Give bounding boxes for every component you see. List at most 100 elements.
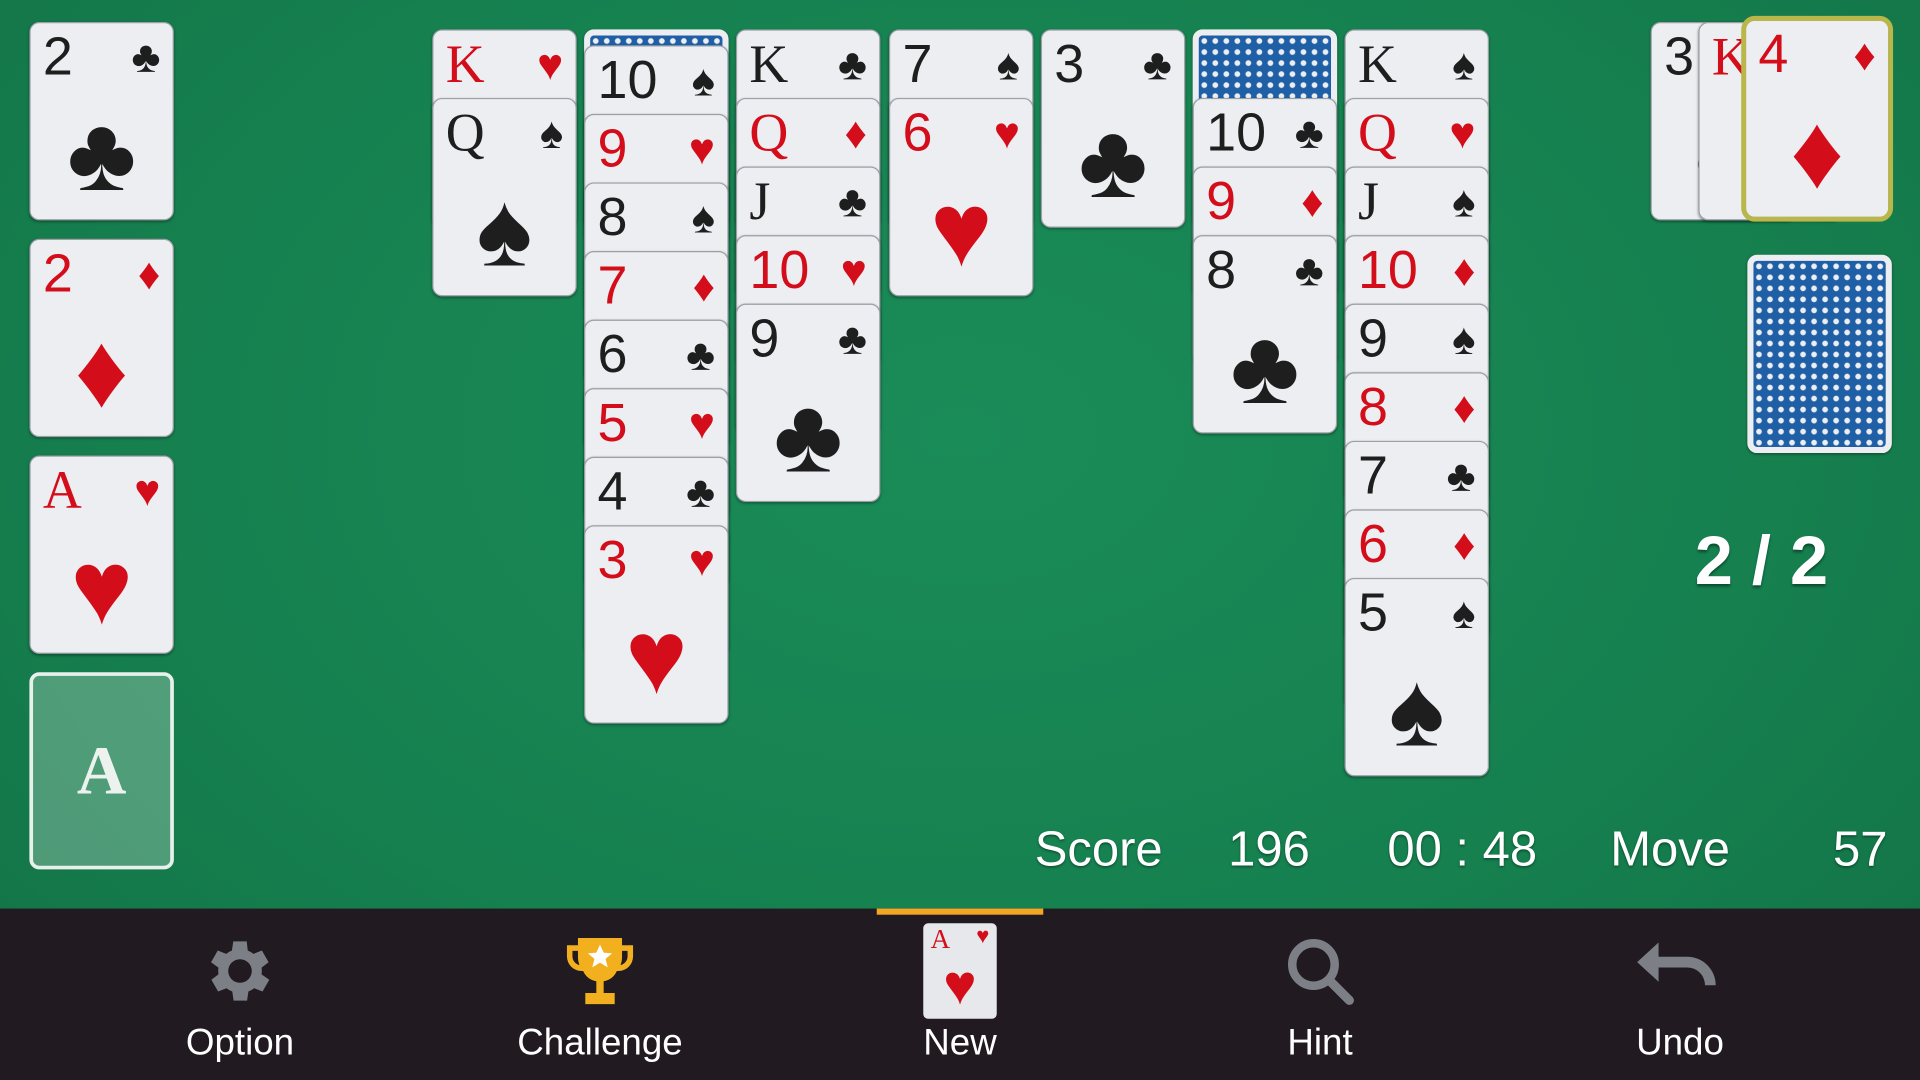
card-rank: 3: [1054, 34, 1085, 95]
card-suit-icon: ♠: [1452, 587, 1476, 638]
card-rank: K: [1357, 34, 1397, 95]
card-suit-icon: ♥: [1449, 107, 1476, 158]
card-rank: 6: [902, 102, 933, 163]
playing-card[interactable]: 2 ♣ ♣: [29, 22, 174, 221]
card-suit-icon: ♣: [838, 39, 867, 90]
card-center-suit-icon: ♠: [1388, 651, 1445, 769]
stock-pile[interactable]: [1747, 254, 1892, 454]
card-suit-icon: ♣: [686, 466, 716, 517]
card-suit-icon: ♣: [131, 31, 161, 83]
card-suit-icon: ♣: [1294, 244, 1324, 296]
playing-card[interactable]: 8 ♣ ♣: [1192, 235, 1338, 434]
card-suit-icon: ♥: [688, 535, 716, 586]
option-label: Option: [185, 1022, 295, 1063]
card-rank: 7: [1357, 445, 1388, 506]
card-rank: Q: [1357, 102, 1397, 163]
card-rank: J: [1357, 171, 1379, 232]
card-suit-icon: ♣: [686, 329, 716, 380]
card-rank: 8: [1206, 240, 1237, 301]
card-suit-icon: ♥: [134, 465, 161, 516]
undo-button[interactable]: Undo: [1533, 909, 1827, 1080]
card-center-suit-icon: ♦: [74, 312, 129, 430]
card-center-suit-icon: ♣: [1230, 308, 1300, 427]
card-rank: 8: [1357, 377, 1388, 438]
card-rank: K: [445, 34, 485, 95]
card-rank: 2: [42, 26, 73, 87]
card-suit-icon: ♠: [1452, 313, 1476, 364]
card-rank: 10: [749, 240, 810, 301]
card-rank: 4: [597, 461, 628, 522]
card-rank: 6: [1357, 514, 1388, 575]
card-center-suit-icon: ♥: [625, 598, 688, 717]
hint-button[interactable]: Hint: [1173, 909, 1467, 1080]
card-center-suit-icon: ♣: [1078, 102, 1148, 221]
playing-card[interactable]: 5 ♠ ♠: [1344, 577, 1489, 777]
card-rank: 10: [1206, 102, 1267, 163]
hint-label: Hint: [1287, 1022, 1353, 1063]
card-suit-icon: ♦: [1301, 176, 1324, 227]
undo-label: Undo: [1636, 1022, 1724, 1063]
card-rank: 10: [597, 50, 658, 111]
card-center-suit-icon: ♣: [67, 95, 137, 214]
playing-card[interactable]: A ♥ ♥: [29, 455, 174, 654]
playing-card[interactable]: 4 ♦ ♦: [1741, 15, 1894, 222]
bottom-toolbar: Option Challenge A ♥ ♥ New Hint Undo: [0, 908, 1920, 1080]
card-rank: 9: [1357, 308, 1388, 369]
card-suit-icon: ♥: [840, 244, 867, 296]
pass-counter: 2 / 2: [1694, 521, 1829, 599]
card-rank: 9: [749, 308, 780, 369]
challenge-label: Challenge: [517, 1022, 683, 1063]
card-center-suit-icon: ♣: [773, 377, 843, 495]
move-count: 57: [1833, 822, 1888, 877]
score-label: Score: [1034, 822, 1163, 877]
card-suit-icon: ♠: [691, 55, 716, 106]
option-button[interactable]: Option: [93, 909, 387, 1080]
playing-card[interactable]: 6 ♥ ♥: [888, 97, 1034, 297]
card-suit-icon: ♠: [1452, 39, 1476, 90]
card-suit-icon: ♦: [1853, 29, 1876, 80]
card-rank: 8: [597, 187, 628, 248]
card-center-suit-icon: ♠: [476, 171, 533, 289]
card-suit-icon: ♠: [996, 39, 1021, 90]
card-rank: Q: [445, 102, 485, 163]
card-rank: A: [42, 460, 82, 521]
card-suit-icon: ♦: [844, 107, 867, 158]
challenge-button[interactable]: Challenge: [453, 909, 747, 1080]
card-rank: K: [749, 34, 789, 95]
card-suit-icon: ♦: [1453, 519, 1476, 570]
card-suit-icon: ♣: [1142, 39, 1172, 90]
active-tab-indicator: [876, 908, 1044, 915]
timer: 00 : 48: [1387, 822, 1538, 877]
card-rank: J: [749, 171, 771, 232]
card-rank: 3: [1664, 26, 1695, 87]
new-game-card-icon: A ♥ ♥: [813, 923, 1107, 1019]
playing-card[interactable]: 3 ♥ ♥: [584, 525, 729, 724]
playing-card[interactable]: 2 ♦ ♦: [29, 238, 174, 438]
undo-icon: [1533, 926, 1827, 1017]
card-suit-icon: ♦: [137, 248, 161, 299]
card-rank: 6: [597, 324, 628, 385]
new-label: New: [923, 1022, 997, 1063]
score-value: 196: [1228, 822, 1310, 877]
playing-card[interactable]: 3 ♣ ♣: [1040, 29, 1186, 228]
card-suit-icon: ♣: [1294, 107, 1324, 158]
card-rank: 7: [597, 255, 628, 316]
card-rank: 4: [1758, 24, 1789, 85]
card-suit-icon: ♥: [688, 397, 716, 449]
card-suit-icon: ♥: [688, 123, 716, 174]
new-game-button[interactable]: A ♥ ♥ New: [813, 909, 1107, 1080]
card-suit-icon: ♠: [1452, 176, 1476, 227]
card-suit-icon: ♣: [838, 313, 867, 364]
card-rank: 3: [597, 530, 628, 591]
card-suit-icon: ♥: [537, 39, 564, 90]
trophy-icon: [453, 926, 747, 1017]
playing-card[interactable]: 9 ♣ ♣: [735, 303, 881, 503]
card-rank: 9: [597, 118, 628, 179]
magnifier-icon: [1173, 926, 1467, 1017]
empty-foundation-slot[interactable]: A: [29, 672, 174, 870]
card-suit-icon: ♠: [691, 192, 716, 243]
playing-card[interactable]: Q ♠ ♠: [432, 97, 577, 297]
card-suit-icon: ♦: [692, 260, 716, 312]
card-rank: 10: [1357, 240, 1418, 301]
card-center-suit-icon: ♥: [70, 528, 133, 647]
